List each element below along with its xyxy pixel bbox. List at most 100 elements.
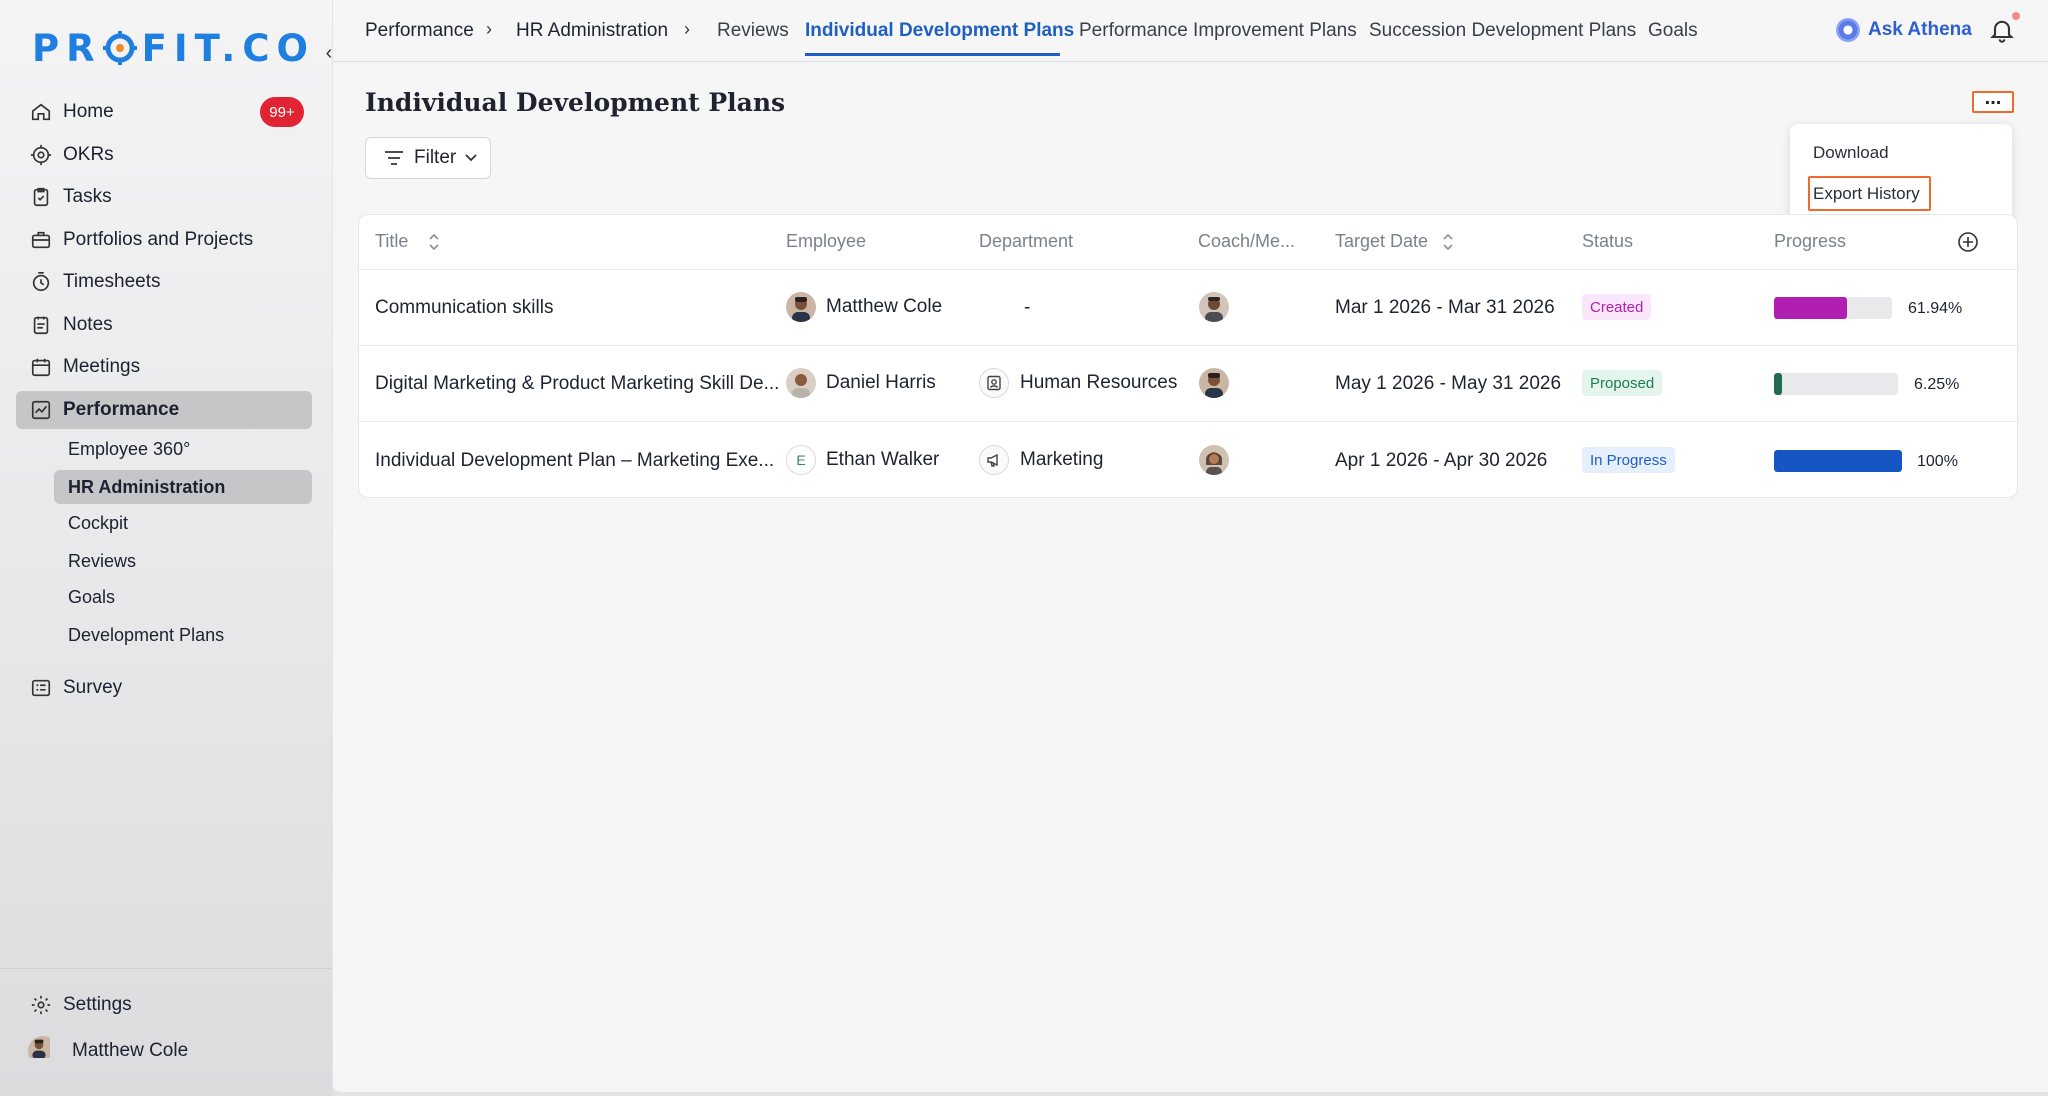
sidebar: PR FIT.CO ‹ Home 99+ OKRs Tasks Portfoli… <box>0 0 332 1096</box>
progress-bar <box>1774 450 1902 472</box>
sidebar-item-label: Survey <box>63 677 123 698</box>
ask-athena-label: Ask Athena <box>1868 19 1972 40</box>
tab-succession-development-plans[interactable]: Succession Development Plans <box>1369 20 1636 42</box>
sidebar-item-survey[interactable]: Survey <box>16 669 312 707</box>
sidebar-item-tasks[interactable]: Tasks <box>16 178 312 216</box>
sidebar-item-label: OKRs <box>63 144 114 165</box>
header-label: Target Date <box>1335 231 1429 251</box>
clipboard-check-icon <box>33 187 49 207</box>
column-header-title[interactable]: Title <box>375 231 440 252</box>
employee-cell: E Ethan Walker <box>786 445 939 475</box>
chevron-down-icon <box>465 154 477 162</box>
progress-percent: 100% <box>1917 453 1958 470</box>
sort-icon[interactable] <box>1442 233 1454 251</box>
sidebar-item-performance[interactable]: Performance <box>16 391 312 429</box>
logo-gear-icon <box>102 31 137 65</box>
sidebar-subitem-employee-360[interactable]: Employee 360° <box>54 432 312 466</box>
ask-athena-button[interactable]: Ask Athena <box>1836 16 1972 44</box>
avatar <box>786 368 816 398</box>
target-date: Apr 1 2026 - Apr 30 2026 <box>1335 450 1548 471</box>
sidebar-item-settings[interactable]: Settings <box>16 986 312 1024</box>
column-header-progress[interactable]: Progress <box>1774 231 1846 252</box>
tab-goals[interactable]: Goals <box>1648 20 1698 42</box>
row-divider <box>359 345 2017 346</box>
employee-cell: Matthew Cole <box>786 292 942 322</box>
plan-title[interactable]: Digital Marketing & Product Marketing Sk… <box>375 373 779 395</box>
breadcrumb-performance[interactable]: Performance <box>365 20 474 42</box>
sidebar-item-label: Settings <box>63 994 132 1015</box>
progress-fill <box>1774 450 1902 472</box>
status-badge: In Progress <box>1582 447 1675 473</box>
target-icon <box>30 144 52 166</box>
notification-dot <box>2012 12 2020 20</box>
plan-title[interactable]: Individual Development Plan – Marketing … <box>375 450 774 472</box>
tab-reviews[interactable]: Reviews <box>717 20 789 42</box>
logo-text-right: FIT.CO <box>141 26 315 70</box>
sort-icon[interactable] <box>428 233 440 251</box>
coach-avatar <box>1199 445 1229 475</box>
sidebar-item-label: Portfolios and Projects <box>63 229 254 250</box>
progress-percent: 6.25% <box>1914 376 1960 393</box>
sidebar-item-label: Tasks <box>63 186 112 207</box>
plan-title[interactable]: Communication skills <box>375 297 553 319</box>
column-header-coach[interactable]: Coach/Me... <box>1198 231 1295 252</box>
id-badge-icon <box>979 368 1009 398</box>
column-header-status[interactable]: Status <box>1582 231 1633 252</box>
sidebar-item-label: Timesheets <box>63 271 161 292</box>
profit-logo[interactable]: PR FIT.CO <box>32 26 315 70</box>
bell-icon[interactable] <box>1988 16 2016 44</box>
filter-button[interactable]: Filter <box>365 137 491 179</box>
sidebar-item-label: Notes <box>63 314 113 335</box>
tab-individual-development-plans[interactable]: Individual Development Plans <box>805 20 1074 42</box>
target-date: May 1 2026 - May 31 2026 <box>1335 373 1562 394</box>
column-header-employee[interactable]: Employee <box>786 231 866 252</box>
progress-percent: 61.94% <box>1908 300 1963 317</box>
column-header-target-date[interactable]: Target Date <box>1335 231 1454 252</box>
add-column-plus-icon[interactable] <box>1957 231 1979 253</box>
progress-bar <box>1774 297 1892 319</box>
notes-icon <box>33 316 49 335</box>
briefcase-icon <box>31 231 51 249</box>
department-name: Human Resources <box>1020 372 1178 393</box>
sidebar-item-timesheets[interactable]: Timesheets <box>16 263 312 301</box>
more-options-button[interactable]: ... <box>1972 88 2014 113</box>
main-content: Performance › HR Administration › Review… <box>333 0 2048 1092</box>
coach-avatar <box>1199 368 1229 398</box>
stopwatch-icon <box>32 272 50 292</box>
sidebar-item-notes[interactable]: Notes <box>16 306 312 344</box>
department-value: - <box>1024 297 1031 318</box>
sidebar-item-home[interactable]: Home 99+ <box>16 93 312 131</box>
employee-name: Matthew Cole <box>826 296 943 317</box>
sidebar-subitem-hr-administration[interactable]: HR Administration <box>54 470 312 504</box>
breadcrumb-hr-administration[interactable]: HR Administration <box>516 20 668 42</box>
survey-list-icon <box>31 679 51 697</box>
status-badge: Proposed <box>1582 370 1663 396</box>
sidebar-subitem-development-plans[interactable]: Development Plans <box>54 618 312 652</box>
user-profile[interactable]: Matthew Cole <box>16 1032 312 1070</box>
sidebar-item-label: Home <box>63 101 114 122</box>
top-navigation: Performance › HR Administration › Review… <box>333 0 2048 62</box>
filter-label: Filter <box>414 147 457 168</box>
column-header-department[interactable]: Department <box>979 231 1073 252</box>
status-badge: Created <box>1582 294 1652 320</box>
sidebar-item-label: Meetings <box>63 356 141 377</box>
header-label: Title <box>375 231 409 251</box>
sidebar-item-okrs[interactable]: OKRs <box>16 136 312 174</box>
menu-item-download[interactable]: Download <box>1813 143 1889 163</box>
employee-name: Daniel Harris <box>826 372 936 393</box>
sidebar-subitem-goals[interactable]: Goals <box>54 580 312 614</box>
progress-bar <box>1774 373 1898 395</box>
row-divider <box>359 421 2017 422</box>
tab-performance-improvement-plans[interactable]: Performance Improvement Plans <box>1079 20 1357 42</box>
export-history-highlight <box>1808 176 1931 211</box>
progress-fill <box>1774 297 1848 319</box>
progress-fill <box>1774 373 1782 395</box>
header-divider <box>359 269 2017 270</box>
sidebar-item-meetings[interactable]: Meetings <box>16 348 312 386</box>
megaphone-icon <box>979 445 1009 475</box>
sidebar-divider <box>0 968 332 969</box>
performance-chart-icon <box>31 400 51 420</box>
sidebar-subitem-cockpit[interactable]: Cockpit <box>54 506 312 540</box>
sidebar-subitem-reviews[interactable]: Reviews <box>54 544 312 578</box>
sidebar-item-portfolios[interactable]: Portfolios and Projects <box>16 221 312 259</box>
